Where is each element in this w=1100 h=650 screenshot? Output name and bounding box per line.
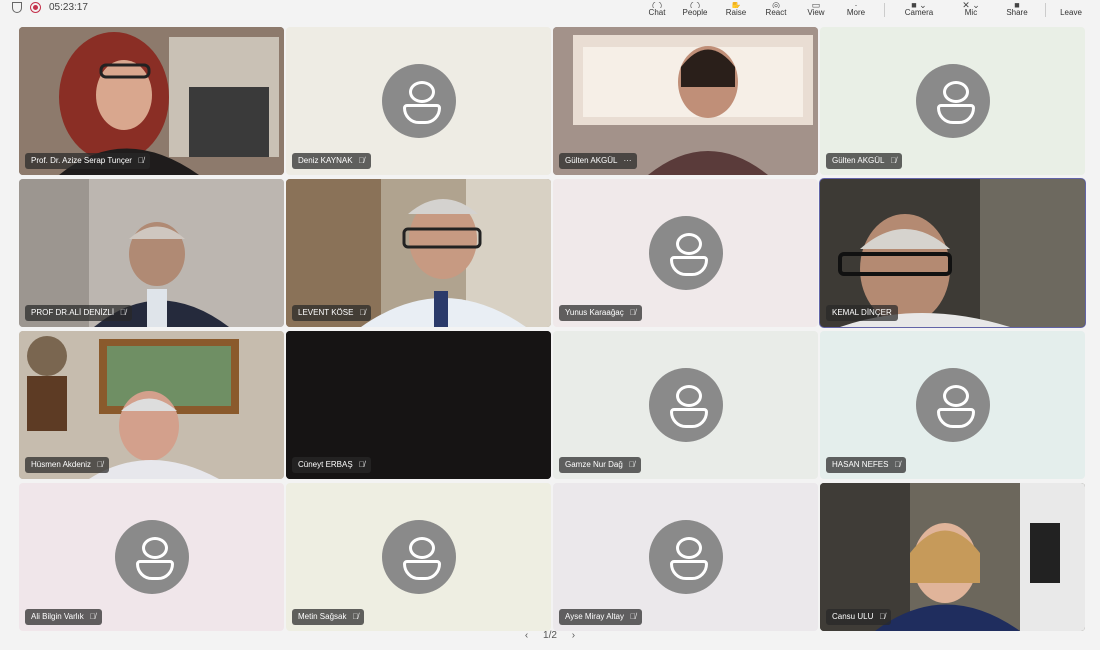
participant-tile[interactable]: Deniz KAYNAK 🎙̸ xyxy=(286,27,551,175)
participant-tile[interactable]: Prof. Dr. Azize Serap Tunçer 🎙̸ xyxy=(19,27,284,175)
participant-name: Gülten AKGÜL xyxy=(832,156,885,165)
participant-name: HASAN NEFES xyxy=(832,460,889,469)
mic-muted-icon: 🎙̸ xyxy=(629,612,636,621)
participant-name: Ali Bilgin Varlık xyxy=(31,612,84,621)
avatar-icon xyxy=(648,520,723,594)
participant-name-label: Deniz KAYNAK 🎙̸ xyxy=(292,153,371,169)
participant-name-label: PROF DR.ALİ DENİZLİ 🎙̸ xyxy=(25,305,133,321)
next-page-icon[interactable]: › xyxy=(572,630,575,641)
mic-muted-icon: 🎙̸ xyxy=(120,308,127,317)
participant-tile[interactable]: Ayse Miray Altay 🎙̸ xyxy=(553,483,818,631)
recording-icon xyxy=(30,1,41,13)
avatar-icon xyxy=(915,64,990,138)
participant-name: Yunus Karaağaç xyxy=(565,308,624,317)
participant-tile[interactable]: Gamze Nur Dağ 🎙̸ xyxy=(553,331,818,479)
participant-tile[interactable]: Gülten AKGÜL ··· xyxy=(553,27,818,175)
mic-muted-icon: 🎙̸ xyxy=(890,156,897,165)
participant-name-label: Yunus Karaağaç 🎙̸ xyxy=(559,305,642,321)
video-gallery: Prof. Dr. Azize Serap Tunçer 🎙̸ Deniz KAYN… xyxy=(19,27,1086,631)
participant-name-label: Cüneyt ERBAŞ 🎙̸ xyxy=(292,457,371,473)
participant-name-label: Prof. Dr. Azize Serap Tunçer 🎙̸ xyxy=(25,153,150,169)
leave-button[interactable]: Leave xyxy=(1054,0,1088,20)
participant-name-label: Gamze Nur Dağ 🎙̸ xyxy=(559,457,641,473)
avatar-icon xyxy=(114,520,189,594)
participant-name: Cansu ULU xyxy=(832,612,874,621)
gallery-pager: ‹ 1/2 › xyxy=(0,630,1100,641)
participant-name: Deniz KAYNAK xyxy=(298,156,353,165)
mic-muted-icon: 🎙̸ xyxy=(894,460,901,469)
view-button[interactable]: ▭ View xyxy=(796,0,836,20)
participant-name-label: HASAN NEFES 🎙̸ xyxy=(826,457,907,473)
camera-button[interactable]: ■ ⌄ Camera xyxy=(893,0,945,20)
participant-name: Hüsmen Akdeniz xyxy=(31,460,92,469)
more-options-icon[interactable]: ··· xyxy=(623,153,631,169)
participant-name: Ayse Miray Altay xyxy=(565,612,624,621)
participant-tile[interactable]: Ali Bilgin Varlık 🎙̸ xyxy=(19,483,284,631)
share-button[interactable]: ■ Share xyxy=(997,0,1037,20)
participant-tile[interactable]: Gülten AKGÜL 🎙̸ xyxy=(820,27,1085,175)
avatar-icon xyxy=(915,368,990,442)
participant-name-label: Hüsmen Akdeniz 🎙̸ xyxy=(25,457,110,473)
meeting-toolbar: ◯ Chat ◯ People ✋ Raise ◎ React ▭ View · More … xyxy=(640,0,1088,20)
participant-name: KEMAL DİNÇER xyxy=(832,308,892,317)
mic-muted-icon: 🎙̸ xyxy=(358,460,365,469)
avatar-icon xyxy=(648,368,723,442)
avatar-icon xyxy=(381,64,456,138)
mic-muted-icon: 🎙̸ xyxy=(879,612,886,621)
mic-muted-icon: 🎙̸ xyxy=(137,156,144,165)
participant-name-label: Ayse Miray Altay 🎙̸ xyxy=(559,609,642,625)
participant-tile[interactable]: HASAN NEFES 🎙̸ xyxy=(820,331,1085,479)
mic-muted-icon: 🎙̸ xyxy=(629,308,636,317)
more-button[interactable]: · More xyxy=(836,0,876,20)
toolbar-divider xyxy=(1045,3,1046,17)
mic-muted-icon: 🎙̸ xyxy=(352,612,359,621)
participant-tile[interactable]: Hüsmen Akdeniz 🎙̸ xyxy=(19,331,284,479)
mic-muted-icon: 🎙̸ xyxy=(97,460,104,469)
mic-muted-icon: 🎙̸ xyxy=(359,308,366,317)
avatar-icon xyxy=(648,216,723,290)
participant-name: Prof. Dr. Azize Serap Tunçer xyxy=(31,156,132,165)
participant-name-label: KEMAL DİNÇER xyxy=(826,305,898,321)
shield-icon xyxy=(12,1,22,13)
participant-name: Gülten AKGÜL xyxy=(565,156,618,165)
people-button[interactable]: ◯ People xyxy=(674,0,716,20)
mic-muted-icon: 🎙̸ xyxy=(358,156,365,165)
meeting-status: 05:23:17 xyxy=(12,0,88,14)
participant-name: PROF DR.ALİ DENİZLİ xyxy=(31,308,115,317)
participant-name: Metin Sağsak xyxy=(298,612,347,621)
participant-name-label: Gülten AKGÜL 🎙̸ xyxy=(826,153,903,169)
participant-tile[interactable]: Yunus Karaağaç 🎙̸ xyxy=(553,179,818,327)
raise-hand-button[interactable]: ✋ Raise xyxy=(716,0,756,20)
participant-name-label: LEVENT KÖSE 🎙̸ xyxy=(292,305,372,321)
meeting-timer: 05:23:17 xyxy=(49,1,88,13)
participant-name-label: Gülten AKGÜL ··· xyxy=(559,153,638,169)
meeting-top-bar: 05:23:17 ◯ Chat ◯ People ✋ Raise ◎ React ▭ Vi… xyxy=(0,0,1100,22)
participant-name-label: Cansu ULU 🎙̸ xyxy=(826,609,892,625)
page-indicator: 1/2 xyxy=(543,630,557,641)
participant-name-label: Metin Sağsak 🎙̸ xyxy=(292,609,365,625)
participant-tile[interactable]: Metin Sağsak 🎙̸ xyxy=(286,483,551,631)
toolbar-divider xyxy=(884,3,885,17)
chat-button[interactable]: ◯ Chat xyxy=(640,0,674,20)
participant-tile[interactable]: Cansu ULU 🎙̸ xyxy=(820,483,1085,631)
participant-tile[interactable]: LEVENT KÖSE 🎙̸ xyxy=(286,179,551,327)
participant-name: Cüneyt ERBAŞ xyxy=(298,460,353,469)
participant-name-label: Ali Bilgin Varlık 🎙̸ xyxy=(25,609,102,625)
participant-tile[interactable]: Cüneyt ERBAŞ 🎙̸ xyxy=(286,331,551,479)
participant-name: LEVENT KÖSE xyxy=(298,308,354,317)
previous-page-icon[interactable]: ‹ xyxy=(525,630,528,641)
mic-button[interactable]: ✕ ⌄ Mic xyxy=(945,0,997,20)
react-button[interactable]: ◎ React xyxy=(756,0,796,20)
mic-muted-icon: 🎙̸ xyxy=(89,612,96,621)
mic-muted-icon: 🎙̸ xyxy=(628,460,635,469)
participant-tile[interactable]: PROF DR.ALİ DENİZLİ 🎙̸ xyxy=(19,179,284,327)
participant-name: Gamze Nur Dağ xyxy=(565,460,623,469)
avatar-icon xyxy=(381,520,456,594)
participant-tile[interactable]: KEMAL DİNÇER xyxy=(819,178,1086,328)
